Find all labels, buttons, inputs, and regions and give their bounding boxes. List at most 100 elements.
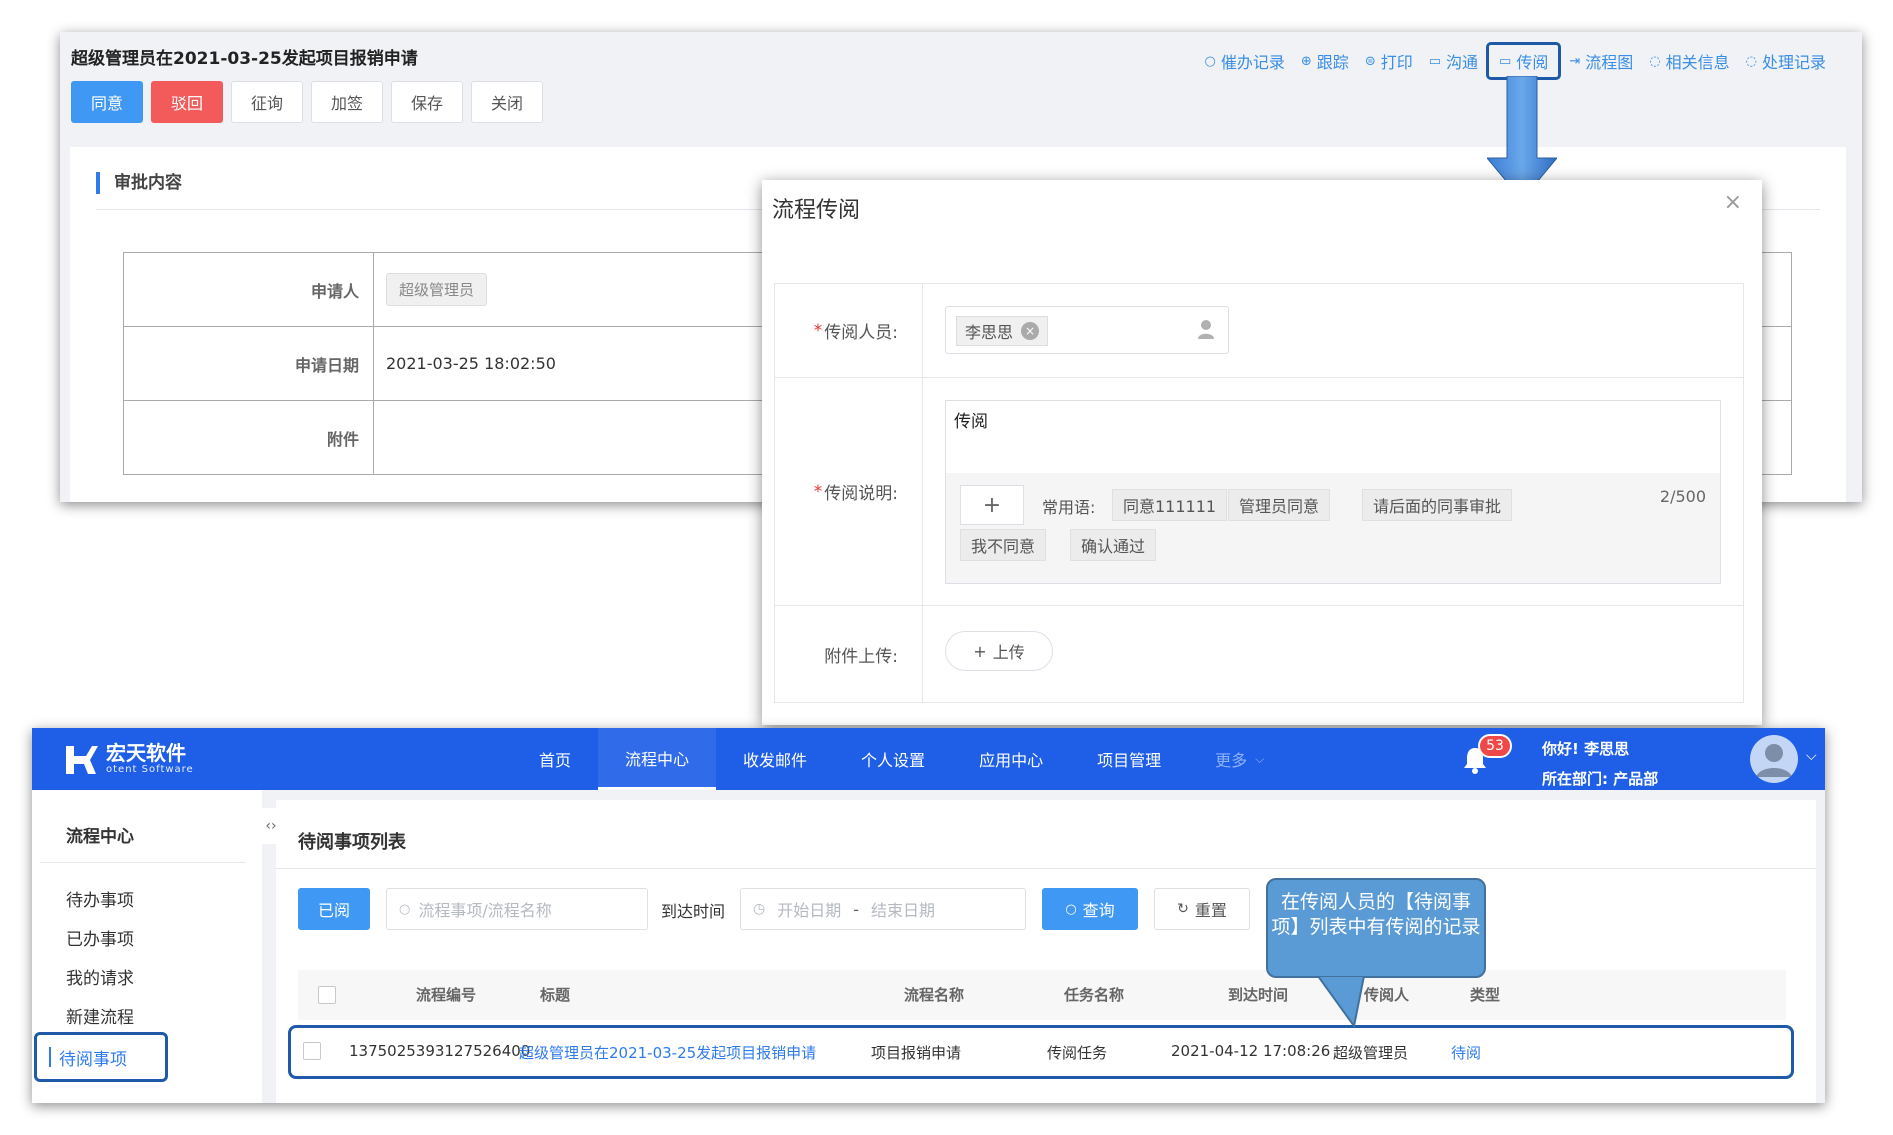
select-all-checkbox[interactable] <box>318 986 336 1004</box>
column-header: 流程名称 <box>904 986 965 1004</box>
nav-more-label: 更多 <box>1215 751 1248 770</box>
phrase-label: 常用语: <box>1042 498 1096 517</box>
content-divider <box>276 868 1816 869</box>
chevron-down-icon[interactable]: ⌵ <box>1806 748 1817 764</box>
toolbar-urge-record[interactable]: ○ 催办记录 <box>1197 42 1293 80</box>
save-button[interactable]: 保存 <box>391 81 463 123</box>
row-sender: 超级管理员 <box>1333 1044 1409 1062</box>
nav-process-center[interactable]: 流程中心 <box>598 728 717 790</box>
close-icon[interactable]: × <box>1724 190 1742 215</box>
action-buttons: 同意 驳回 征询 加签 保存 关闭 <box>71 81 543 123</box>
desc-label: * 传阅说明: <box>775 378 923 605</box>
row-checkbox[interactable] <box>303 1042 321 1060</box>
user-icon[interactable] <box>1198 319 1214 339</box>
sidebar-item-new-process[interactable]: 新建流程 <box>66 1003 134 1028</box>
sidebar-item-to-read[interactable]: 待阅事项 <box>34 1032 168 1082</box>
plus-icon: + <box>973 641 987 661</box>
modal-form: * 传阅人员: 李思思 × * 传阅说明: 传阅 + 常用语: 同意111111… <box>774 283 1744 703</box>
nav-mail[interactable]: 收发邮件 <box>716 728 834 790</box>
nav-more[interactable]: 更多 ⌵ <box>1188 728 1291 790</box>
remove-icon[interactable]: × <box>1021 322 1040 340</box>
content-panel: 待阅事项列表 已阅 ○ 流程事项/流程名称 到达时间 ◷ 开始日期 - 结束日期… <box>276 800 1816 1103</box>
circulate-modal: 流程传阅 × * 传阅人员: 李思思 × * 传阅说明: 传阅 + 常用语: 同… <box>762 180 1762 725</box>
phrase-chip[interactable]: 我不同意 <box>960 529 1047 561</box>
add-phrase-button[interactable]: + <box>960 485 1024 525</box>
logo[interactable]: 宏天软件 otent Software <box>64 742 194 776</box>
row-title-link[interactable]: 超级管理员在2021-03-25发起项目报销申请 <box>519 1042 816 1063</box>
phrase-chip[interactable]: 管理员同意 <box>1228 489 1331 521</box>
reject-button[interactable]: 驳回 <box>151 81 223 123</box>
agree-button[interactable]: 同意 <box>71 81 143 123</box>
query-button[interactable]: ○ 查询 <box>1042 888 1138 930</box>
toolbar-flowchart[interactable]: ⇥ 流程图 <box>1561 42 1641 80</box>
sidebar-item-my-requests[interactable]: 我的请求 <box>66 964 134 989</box>
person-label: * 传阅人员: <box>775 284 923 377</box>
toolbar-urge-record-label: 催办记录 <box>1220 53 1285 72</box>
close-button[interactable]: 关闭 <box>471 81 543 123</box>
clock-icon: ◷ <box>753 901 766 917</box>
department-text: 所在部门: 产品部 <box>1542 770 1659 788</box>
start-date-placeholder: 开始日期 <box>777 901 842 920</box>
row-time: 2021-04-12 17:08:26 <box>1171 1042 1331 1060</box>
person-label-text: 传阅人员: <box>824 323 898 343</box>
desc-label-text: 传阅说明: <box>824 484 898 504</box>
message-icon: ◌ <box>1649 53 1661 69</box>
consult-button[interactable]: 征询 <box>231 81 303 123</box>
nav-personal-settings[interactable]: 个人设置 <box>834 728 952 790</box>
user-avatar-icon <box>1750 735 1798 783</box>
phrase-chip[interactable]: 同意111111 <box>1112 489 1228 521</box>
upload-button[interactable]: + 上传 <box>945 631 1053 671</box>
sidebar-item-done[interactable]: 已办事项 <box>66 925 134 950</box>
query-button-label: 查询 <box>1082 901 1115 920</box>
search-input[interactable]: ○ 流程事项/流程名称 <box>386 888 648 930</box>
nav-project-management[interactable]: 项目管理 <box>1070 728 1188 790</box>
phrase-chip[interactable]: 确认通过 <box>1070 529 1157 561</box>
main-nav: 首页 流程中心 收发邮件 个人设置 应用中心 项目管理 更多 ⌵ <box>512 728 1291 790</box>
nav-app-center[interactable]: 应用中心 <box>952 728 1070 790</box>
desc-row: * 传阅说明: 传阅 + 常用语: 同意111111 管理员同意 请后面的同事审批… <box>775 378 1743 606</box>
toolbar-circulate-label: 传阅 <box>1516 53 1549 72</box>
toolbar-track[interactable]: ⊕ 跟踪 <box>1293 42 1357 80</box>
approval-title: 超级管理员在2021-03-25发起项目报销申请 <box>71 49 418 69</box>
sidebar-divider <box>40 862 246 863</box>
section-title: 审批内容 <box>96 172 182 194</box>
avatar[interactable] <box>1750 735 1798 783</box>
attachment-label: 附件 <box>123 400 374 475</box>
refresh-icon: ↻ <box>1177 901 1189 917</box>
person-selector[interactable]: 李思思 × <box>945 306 1229 354</box>
toolbar-related-info-label: 相关信息 <box>1665 53 1730 72</box>
upload-button-label: 上传 <box>992 643 1025 662</box>
user-info: 你好! 李思思 所在部门: 产品部 <box>1542 734 1658 794</box>
callout-tail <box>1316 976 1366 1028</box>
applicant-label: 申请人 <box>123 252 374 327</box>
phrase-area: + 常用语: 同意111111 管理员同意 请后面的同事审批 我不同意 确认通过… <box>946 473 1720 583</box>
reset-button[interactable]: ↻ 重置 <box>1154 888 1250 930</box>
nav-home[interactable]: 首页 <box>512 728 598 790</box>
table-row[interactable]: 1375025393127526400 超级管理员在2021-03-25发起项目… <box>288 1025 1794 1079</box>
toolbar-communicate[interactable]: ▭ 沟通 <box>1421 42 1486 80</box>
sidebar: 流程中心 待办事项 已办事项 我的请求 新建流程 待阅事项 <box>32 790 262 1103</box>
toolbar-print[interactable]: ⊜ 打印 <box>1357 42 1421 80</box>
row-type-link[interactable]: 待阅 <box>1451 1042 1481 1063</box>
mark-read-button[interactable]: 已阅 <box>298 888 370 930</box>
modal-title: 流程传阅 <box>772 198 861 223</box>
arrive-time-label: 到达时间 <box>661 902 726 921</box>
toolbar-print-label: 打印 <box>1380 53 1413 72</box>
sidebar-item-todo[interactable]: 待办事项 <box>66 886 134 911</box>
phrase-chip[interactable]: 请后面的同事审批 <box>1362 489 1513 521</box>
toolbar-circulate[interactable]: ▭ 传阅 <box>1486 42 1562 80</box>
toolbar-related-info[interactable]: ◌ 相关信息 <box>1641 42 1737 80</box>
logo-icon <box>66 746 98 774</box>
countersign-button[interactable]: 加签 <box>311 81 383 123</box>
desc-textarea[interactable]: 传阅 + 常用语: 同意111111 管理员同意 请后面的同事审批 我不同意 确… <box>945 400 1721 584</box>
toolbar-process-record[interactable]: ◌ 处理记录 <box>1738 42 1834 80</box>
notification-badge: 53 <box>1478 734 1512 758</box>
person-chip-label: 李思思 <box>965 323 1014 342</box>
applicant-value: 超级管理员 <box>386 273 488 306</box>
greeting-text: 你好! 李思思 <box>1542 740 1630 758</box>
toolbar-flowchart-label: 流程图 <box>1585 53 1634 72</box>
search-icon: ○ <box>399 901 411 917</box>
row-task: 传阅任务 <box>1047 1044 1108 1062</box>
message-icon: ◌ <box>1745 53 1757 69</box>
date-range-picker[interactable]: ◷ 开始日期 - 结束日期 <box>740 888 1026 930</box>
